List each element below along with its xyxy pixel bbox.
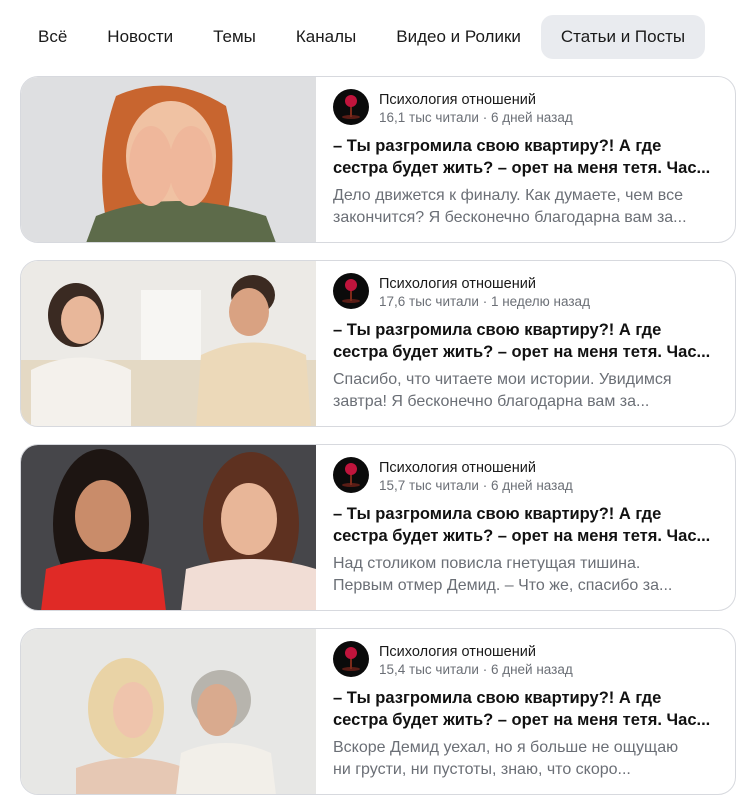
tab-all[interactable]: Всё — [18, 15, 87, 59]
article-snippet-line: завтра! Я бесконечно благодарна вам за..… — [333, 393, 650, 410]
channel-avatar[interactable] — [333, 457, 369, 493]
channel-avatar[interactable] — [333, 89, 369, 125]
channel-name[interactable]: Психология отношений — [379, 459, 573, 477]
channel-header[interactable]: Психология отношений 17,6 тыс читали · 1… — [333, 273, 721, 311]
article-title-line: – Ты разгромила свою квартиру?! А где — [333, 321, 662, 339]
channel-meta: Психология отношений 15,4 тыс читали · 6… — [379, 641, 573, 679]
article-card[interactable]: Психология отношений 17,6 тыс читали · 1… — [20, 260, 736, 427]
article-thumbnail[interactable] — [21, 629, 316, 794]
article-snippet-line: Вскоре Демид уехал, но я больше не ощуща… — [333, 739, 679, 756]
article-title[interactable]: – Ты разгромила свою квартиру?! А где се… — [333, 135, 721, 179]
thumbnail-image — [21, 77, 316, 242]
channel-header[interactable]: Психология отношений 15,4 тыс читали · 6… — [333, 641, 721, 679]
article-title-line: – Ты разгромила свою квартиру?! А где — [333, 689, 662, 707]
article-stats: 17,6 тыс читали · 1 неделю назад — [379, 294, 590, 309]
tab-topics[interactable]: Темы — [193, 15, 276, 59]
article-snippet: Вскоре Демид уехал, но я больше не ощуща… — [333, 737, 721, 781]
article-snippet: Над столиком повисла гнетущая тишина. Пе… — [333, 553, 721, 597]
category-tabs: Всё Новости Темы Каналы Видео и Ролики С… — [18, 14, 706, 60]
article-card[interactable]: Психология отношений 15,7 тыс читали · 6… — [20, 444, 736, 611]
article-title[interactable]: – Ты разгромила свою квартиру?! А где се… — [333, 319, 721, 363]
article-thumbnail[interactable] — [21, 445, 316, 610]
thumbnail-image — [21, 629, 316, 794]
channel-meta: Психология отношений 15,7 тыс читали · 6… — [379, 457, 573, 495]
channel-name[interactable]: Психология отношений — [379, 91, 573, 109]
article-title-line: сестра будет жить? – орет на меня тетя. … — [333, 343, 711, 361]
channel-meta: Психология отношений 17,6 тыс читали · 1… — [379, 273, 590, 311]
article-info: Психология отношений 15,4 тыс читали · 6… — [333, 641, 721, 781]
tab-channels[interactable]: Каналы — [276, 15, 376, 59]
article-card[interactable]: Психология отношений 16,1 тыс читали · 6… — [20, 76, 736, 243]
article-thumbnail[interactable] — [21, 261, 316, 426]
article-info: Психология отношений 15,7 тыс читали · 6… — [333, 457, 721, 597]
tab-articles[interactable]: Статьи и Посты — [540, 15, 706, 59]
article-snippet-line: Первым отмер Демид. – Что же, спасибо за… — [333, 577, 673, 594]
article-stats: 16,1 тыс читали · 6 дней назад — [379, 110, 573, 125]
article-snippet-line: Над столиком повисла гнетущая тишина. — [333, 555, 641, 572]
channel-header[interactable]: Психология отношений 15,7 тыс читали · 6… — [333, 457, 721, 495]
channel-avatar[interactable] — [333, 641, 369, 677]
article-snippet-line: ни грусти, ни пустоты, знаю, что скоро..… — [333, 761, 631, 778]
article-stats: 15,4 тыс читали · 6 дней назад — [379, 662, 573, 677]
thumbnail-image — [21, 261, 316, 426]
tab-news[interactable]: Новости — [87, 15, 193, 59]
thumbnail-image — [21, 445, 316, 610]
article-title[interactable]: – Ты разгромила свою квартиру?! А где се… — [333, 503, 721, 547]
article-snippet-line: Дело движется к финалу. Как думаете, чем… — [333, 187, 683, 204]
article-info: Психология отношений 16,1 тыс читали · 6… — [333, 89, 721, 229]
article-title-line: сестра будет жить? – орет на меня тетя. … — [333, 159, 711, 177]
article-title[interactable]: – Ты разгромила свою квартиру?! А где се… — [333, 687, 721, 731]
channel-header[interactable]: Психология отношений 16,1 тыс читали · 6… — [333, 89, 721, 127]
channel-meta: Психология отношений 16,1 тыс читали · 6… — [379, 89, 573, 127]
article-snippet: Дело движется к финалу. Как думаете, чем… — [333, 185, 721, 229]
article-title-line: сестра будет жить? – орет на меня тетя. … — [333, 711, 711, 729]
article-stats: 15,7 тыс читали · 6 дней назад — [379, 478, 573, 493]
tab-videos[interactable]: Видео и Ролики — [376, 15, 541, 59]
article-snippet-line: Спасибо, что читаете мои истории. Увидим… — [333, 371, 672, 388]
article-title-line: – Ты разгромила свою квартиру?! А где — [333, 137, 662, 155]
article-snippet-line: закончится? Я бесконечно благодарна вам … — [333, 209, 687, 226]
article-title-line: сестра будет жить? – орет на меня тетя. … — [333, 527, 711, 545]
article-snippet: Спасибо, что читаете мои истории. Увидим… — [333, 369, 721, 413]
article-title-line: – Ты разгромила свою квартиру?! А где — [333, 505, 662, 523]
article-thumbnail[interactable] — [21, 77, 316, 242]
channel-name[interactable]: Психология отношений — [379, 643, 573, 661]
article-card[interactable]: Психология отношений 15,4 тыс читали · 6… — [20, 628, 736, 795]
article-feed: Психология отношений 16,1 тыс читали · 6… — [20, 76, 736, 804]
channel-name[interactable]: Психология отношений — [379, 275, 590, 293]
article-info: Психология отношений 17,6 тыс читали · 1… — [333, 273, 721, 413]
channel-avatar[interactable] — [333, 273, 369, 309]
